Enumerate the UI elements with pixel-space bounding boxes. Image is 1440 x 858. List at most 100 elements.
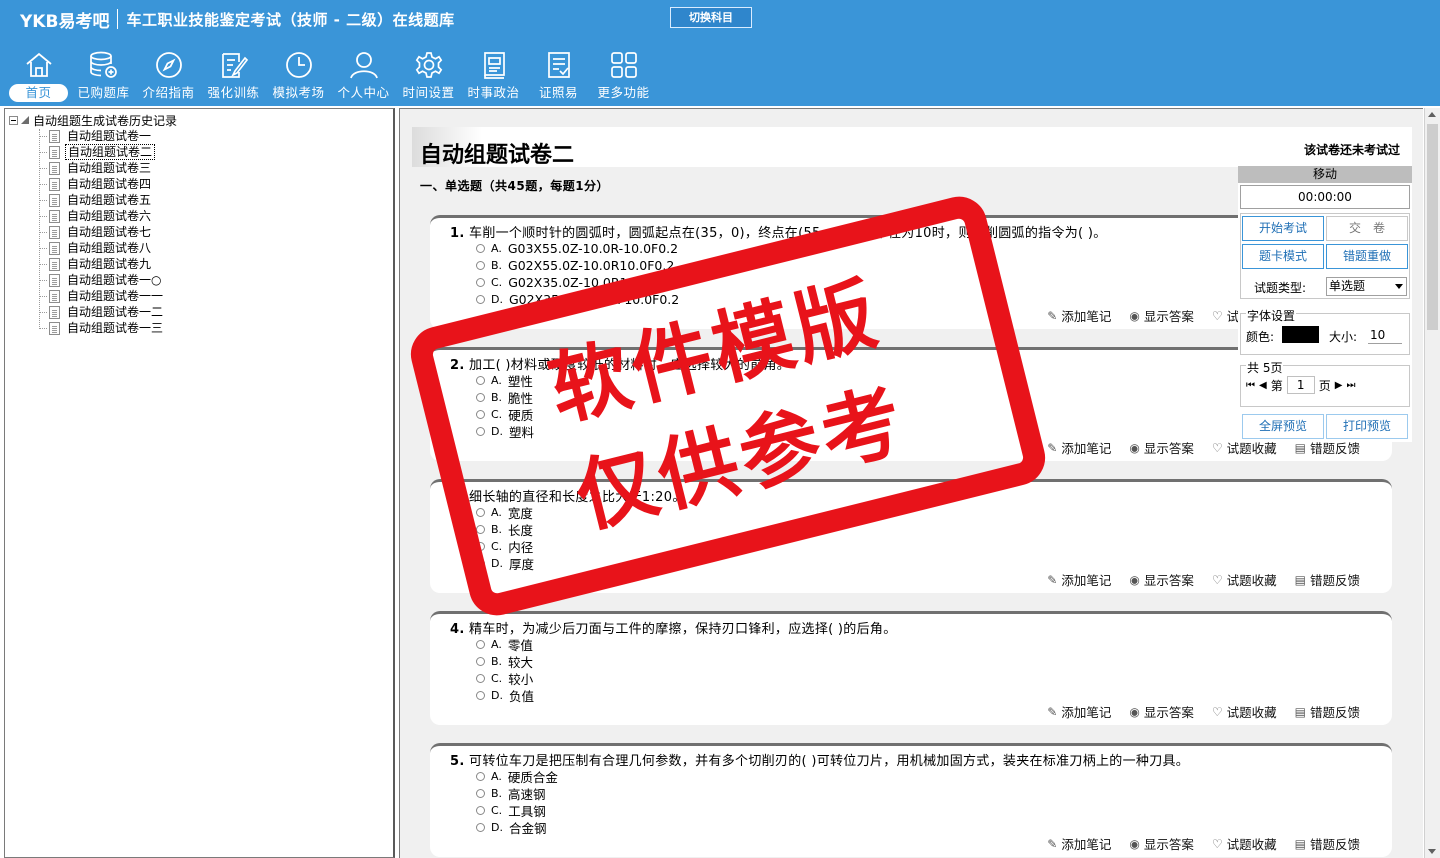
nav-mock-exam[interactable]: 模拟考场 [266, 46, 331, 104]
radio-button[interactable] [476, 261, 485, 270]
radio-button[interactable] [476, 691, 485, 700]
option-letter: C. [491, 672, 503, 685]
add-note-button[interactable]: ✎ 添加笔记 [1047, 306, 1111, 325]
tree-branch-line [39, 231, 47, 233]
card-mode-button[interactable]: 题卡模式 [1242, 244, 1324, 269]
tree-item[interactable]: 自动组题试卷一一 [39, 288, 165, 304]
font-color-swatch[interactable] [1282, 326, 1319, 343]
favorite-button[interactable]: ♡试题收藏 [1212, 834, 1277, 853]
tree-item[interactable]: 自动组题试卷二 [39, 144, 156, 160]
answer-option[interactable]: B. 较大 [476, 653, 533, 670]
nav-guide[interactable]: 介绍指南 [136, 46, 201, 104]
answer-option[interactable]: D. 负值 [476, 687, 534, 704]
favorite-button[interactable]: ♡试题收藏 [1212, 570, 1277, 589]
show-answer-button[interactable]: ◉ 显示答案 [1129, 834, 1194, 853]
answer-option[interactable]: A. 硬质合金 [476, 768, 558, 785]
scroll-down-icon[interactable] [1428, 849, 1436, 854]
tree-branch-line [39, 167, 47, 169]
radio-button[interactable] [476, 823, 485, 832]
nav-politics[interactable]: 时事政治 [461, 46, 526, 104]
page-input[interactable]: 1 [1286, 376, 1315, 394]
nav-time-settings[interactable]: 时间设置 [396, 46, 461, 104]
add-note-button[interactable]: ✎ 添加笔记 [1047, 702, 1111, 721]
font-size-input[interactable]: 10 [1368, 326, 1402, 344]
prev-page-icon[interactable]: ◀ [1259, 380, 1267, 391]
nav-home[interactable]: 首页 [6, 46, 71, 104]
pencil-icon: ✎ [1047, 440, 1058, 455]
tree-item[interactable]: 自动组题试卷九 [39, 256, 153, 272]
answer-option[interactable]: A. G03X55.0Z-10.0R-10.0F0.2 [476, 240, 678, 257]
radio-button[interactable] [476, 640, 485, 649]
radio-button[interactable] [476, 772, 485, 781]
nav-certificate[interactable]: 证照易 [526, 46, 591, 104]
answer-option[interactable]: B. G02X55.0Z-10.0R10.0F0.2 [476, 257, 674, 274]
radio-button[interactable] [476, 244, 485, 253]
print-preview-button[interactable]: 打印预览 [1326, 414, 1408, 439]
tree-item[interactable]: 自动组题试卷六 [39, 208, 153, 224]
document-icon [49, 193, 60, 207]
show-answer-button[interactable]: ◉ 显示答案 [1129, 702, 1194, 721]
add-note-button[interactable]: ✎ 添加笔记 [1047, 834, 1111, 853]
tree-item[interactable]: 自动组题试卷一二 [39, 304, 165, 320]
tree-item[interactable]: 自动组题试卷八 [39, 240, 153, 256]
tree-item-label: 自动组题试卷一○ [67, 273, 162, 287]
add-note-button[interactable]: ✎ 添加笔记 [1047, 570, 1111, 589]
add-note-button[interactable]: ✎ 添加笔记 [1047, 438, 1111, 457]
document-icon [49, 289, 60, 303]
radio-button[interactable] [476, 295, 485, 304]
feedback-button[interactable]: ▤错题反馈 [1295, 834, 1360, 853]
next-page-icon[interactable]: ▶ [1335, 380, 1343, 391]
tree-root[interactable]: 自动组题生成试卷历史记录 [9, 112, 177, 128]
switch-subject-button[interactable]: 切换科目 [670, 7, 752, 28]
nav-personal[interactable]: 个人中心 [331, 46, 396, 104]
show-answer-button[interactable]: ◉ 显示答案 [1129, 570, 1194, 589]
nav-purchased[interactable]: 已购题库 [71, 46, 136, 104]
show-answer-button[interactable]: ◉ 显示答案 [1129, 438, 1194, 457]
radio-button[interactable] [476, 806, 485, 815]
radio-button[interactable] [476, 789, 485, 798]
redo-wrong-button[interactable]: 错题重做 [1326, 244, 1408, 269]
radio-button[interactable] [476, 657, 485, 666]
submit-button[interactable]: 交 卷 [1326, 216, 1408, 241]
nav-more[interactable]: 更多功能 [591, 46, 656, 104]
show-answer-button[interactable]: ◉ 显示答案 [1129, 306, 1194, 325]
feedback-button[interactable]: ▤错题反馈 [1295, 702, 1360, 721]
scroll-thumb[interactable] [1427, 124, 1438, 330]
favorite-button[interactable]: ♡试题收藏 [1212, 702, 1277, 721]
question-text: 5. 可转位车刀是把压制有合理几何参数，并有多个切削刃的( )可转位刀片，用机械… [450, 750, 1189, 769]
content-scrollbar[interactable] [1424, 108, 1440, 858]
tree-item-label: 自动组题试卷七 [67, 225, 152, 239]
nav-training[interactable]: 强化训练 [201, 46, 266, 104]
tree-item[interactable]: 自动组题试卷三 [39, 160, 153, 176]
move-handle[interactable]: 移动 [1238, 166, 1412, 183]
tree-item[interactable]: 自动组题试卷七 [39, 224, 153, 240]
tree-item-label: 自动组题试卷四 [67, 177, 152, 191]
report-icon: ▤ [1294, 572, 1306, 587]
last-page-icon[interactable]: ⏭ [1346, 380, 1355, 391]
tree-item[interactable]: 自动组题试卷一○ [39, 272, 163, 288]
tree-root-label: 自动组题生成试卷历史记录 [33, 113, 178, 128]
tree-item-label: 自动组题试卷一一 [67, 289, 164, 303]
heart-icon: ♡ [1211, 572, 1223, 587]
question-type-select[interactable]: 单选题 [1326, 277, 1407, 296]
answer-option[interactable]: C. 工具钢 [476, 802, 546, 819]
document-icon [49, 129, 60, 143]
radio-button[interactable] [476, 278, 485, 287]
document-icon [49, 321, 60, 335]
answer-option[interactable]: A. 零值 [476, 636, 533, 653]
answer-option[interactable]: C. 较小 [476, 670, 533, 687]
scroll-up-icon[interactable] [1428, 112, 1436, 117]
collapse-icon[interactable] [9, 115, 18, 125]
answer-option[interactable]: D. 合金钢 [476, 819, 546, 836]
tree-item[interactable]: 自动组题试卷一三 [39, 320, 165, 336]
feedback-button[interactable]: ▤错题反馈 [1295, 570, 1360, 589]
fullscreen-preview-button[interactable]: 全屏预览 [1242, 414, 1324, 439]
tree-item[interactable]: 自动组题试卷四 [39, 176, 153, 192]
main-nav: 首页 已购题库 介绍指南 强化训练 模拟考场 个人中心 时间设置 时事政治 证照… [6, 46, 656, 104]
tree-item[interactable]: 自动组题试卷五 [39, 192, 153, 208]
start-exam-button[interactable]: 开始考试 [1242, 216, 1324, 241]
tree-item[interactable]: 自动组题试卷一 [39, 128, 153, 144]
first-page-icon[interactable]: ⏮ [1246, 380, 1255, 391]
radio-button[interactable] [476, 674, 485, 683]
answer-option[interactable]: B. 高速钢 [476, 785, 546, 802]
